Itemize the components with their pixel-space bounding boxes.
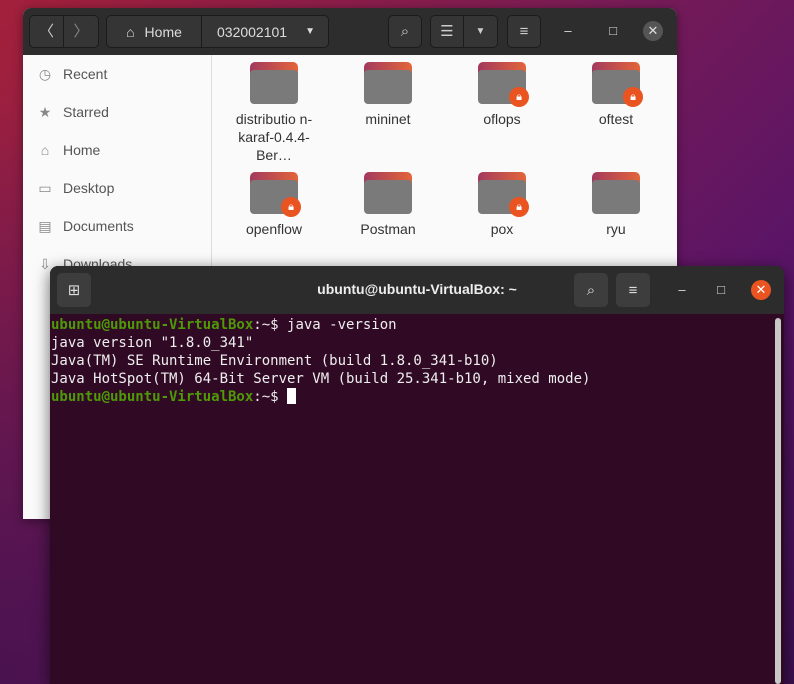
output-line: Java(TM) SE Runtime Environment (build 1…: [51, 353, 498, 369]
star-icon: ★: [38, 103, 52, 120]
sidebar-item-home[interactable]: ⌂ Home: [23, 131, 211, 169]
sidebar-label: Home: [63, 142, 101, 158]
prompt-sep: :~$: [253, 389, 288, 405]
folder-name: distributio n-karaf-0.4.4-Ber…: [235, 111, 313, 163]
nav-buttons: 〈 〉: [29, 15, 99, 48]
sidebar-label: Documents: [63, 218, 134, 234]
folder-icon: [364, 62, 412, 104]
folder-item[interactable]: 🔒︎ openflow: [224, 165, 324, 238]
menu-button[interactable]: ≡: [616, 273, 650, 307]
folder-item[interactable]: 🔒︎ pox: [452, 165, 552, 238]
list-view-icon[interactable]: ☰: [431, 16, 465, 47]
maximize-button[interactable]: □: [603, 21, 623, 41]
output-line: Java HotSpot(TM) 64-Bit Server VM (build…: [51, 371, 591, 387]
forward-button[interactable]: 〉: [64, 16, 98, 47]
cursor: [287, 388, 297, 404]
folder-name: openflow: [245, 221, 303, 237]
sidebar-item-recent[interactable]: ◷ Recent: [23, 55, 211, 93]
search-button[interactable]: ⌕: [574, 273, 608, 307]
output-line: java version "1.8.0_341": [51, 335, 254, 351]
command: java -version: [287, 317, 397, 333]
prompt-user: ubuntu@ubuntu-VirtualBox: [51, 317, 254, 333]
folder-icon: [364, 172, 412, 214]
folder-item[interactable]: mininet: [338, 55, 438, 128]
folder-name: oflops: [483, 111, 521, 127]
folder-item[interactable]: Postman: [338, 165, 438, 238]
sidebar-item-starred[interactable]: ★ Starred: [23, 93, 211, 131]
minimize-button[interactable]: –: [672, 280, 692, 300]
sidebar-item-desktop[interactable]: ▭ Desktop: [23, 169, 211, 207]
folder-icon: [592, 172, 640, 214]
folder-icon: 🔒︎: [592, 62, 643, 107]
path-current-label: 032002101: [217, 23, 288, 40]
path-bar: ⌂ Home 032002101 ▼: [106, 15, 329, 48]
document-icon: ▤: [38, 217, 52, 234]
minimize-button[interactable]: –: [558, 21, 578, 41]
folder-item[interactable]: 🔒︎ oftest: [566, 55, 666, 128]
desktop-icon: ▭: [38, 179, 52, 196]
folder-name: mininet: [365, 111, 411, 127]
sidebar-item-documents[interactable]: ▤ Documents: [23, 207, 211, 245]
hamburger-icon: ≡: [519, 23, 529, 40]
home-icon: ⌂: [40, 142, 50, 158]
back-button[interactable]: 〈: [30, 16, 65, 47]
path-home[interactable]: ⌂ Home: [107, 16, 202, 47]
path-home-label: Home: [144, 23, 182, 40]
folder-name: ryu: [606, 221, 626, 237]
folder-item[interactable]: 🔒︎ oflops: [452, 55, 552, 128]
menu-button[interactable]: ≡: [507, 15, 541, 48]
view-buttons: ☰ ▼: [430, 15, 498, 48]
sidebar-label: Recent: [63, 66, 108, 82]
close-button[interactable]: ✕: [643, 21, 663, 41]
prompt-line: ubuntu@ubuntu-VirtualBox:~$: [51, 388, 784, 406]
sidebar-label: Desktop: [63, 180, 115, 196]
lock-icon: 🔒︎: [509, 197, 529, 217]
terminal-output[interactable]: ubuntu@ubuntu-VirtualBox:~$ java -versio…: [50, 314, 784, 406]
prompt-sep: :~$: [253, 317, 288, 333]
folder-icon: 🔒︎: [478, 172, 529, 217]
folder-name: Postman: [360, 221, 416, 237]
folder-icon: 🔒︎: [478, 62, 529, 107]
search-icon: ⌕: [400, 23, 410, 40]
prompt-user: ubuntu@ubuntu-VirtualBox: [51, 389, 254, 405]
terminal-headerbar: ⊞ ubuntu@ubuntu-VirtualBox: ~ ⌕ ≡ – □ ✕: [50, 266, 784, 314]
lock-icon: 🔒︎: [623, 87, 643, 107]
terminal-window: ⊞ ubuntu@ubuntu-VirtualBox: ~ ⌕ ≡ – □ ✕ …: [50, 266, 784, 684]
clock-icon: ◷: [38, 65, 52, 82]
folder-icon: [250, 62, 298, 104]
folder-item[interactable]: distributio n-karaf-0.4.4-Ber…: [224, 55, 324, 164]
hamburger-icon: ≡: [628, 281, 638, 299]
close-button[interactable]: ✕: [751, 280, 771, 300]
command-line: ubuntu@ubuntu-VirtualBox:~$ java -versio…: [51, 316, 784, 334]
folder-name: oftest: [598, 111, 634, 127]
maximize-button[interactable]: □: [711, 280, 731, 300]
files-headerbar: 〈 〉 ⌂ Home 032002101 ▼ ⌕ ☰ ▼ ≡ – □ ✕: [23, 8, 677, 55]
view-options-chevron-icon[interactable]: ▼: [464, 16, 497, 47]
search-icon: ⌕: [586, 281, 596, 299]
chevron-down-icon: ▼: [305, 26, 315, 37]
folder-name: pox: [490, 221, 514, 237]
home-icon: ⌂: [126, 23, 135, 40]
lock-icon: 🔒︎: [509, 87, 529, 107]
scrollbar[interactable]: [775, 318, 781, 684]
folder-item[interactable]: ryu: [566, 165, 666, 238]
lock-icon: 🔒︎: [281, 197, 301, 217]
search-button[interactable]: ⌕: [388, 15, 422, 48]
path-current[interactable]: 032002101 ▼: [202, 16, 330, 47]
sidebar-label: Starred: [63, 104, 109, 120]
folder-icon: 🔒︎: [250, 172, 301, 217]
